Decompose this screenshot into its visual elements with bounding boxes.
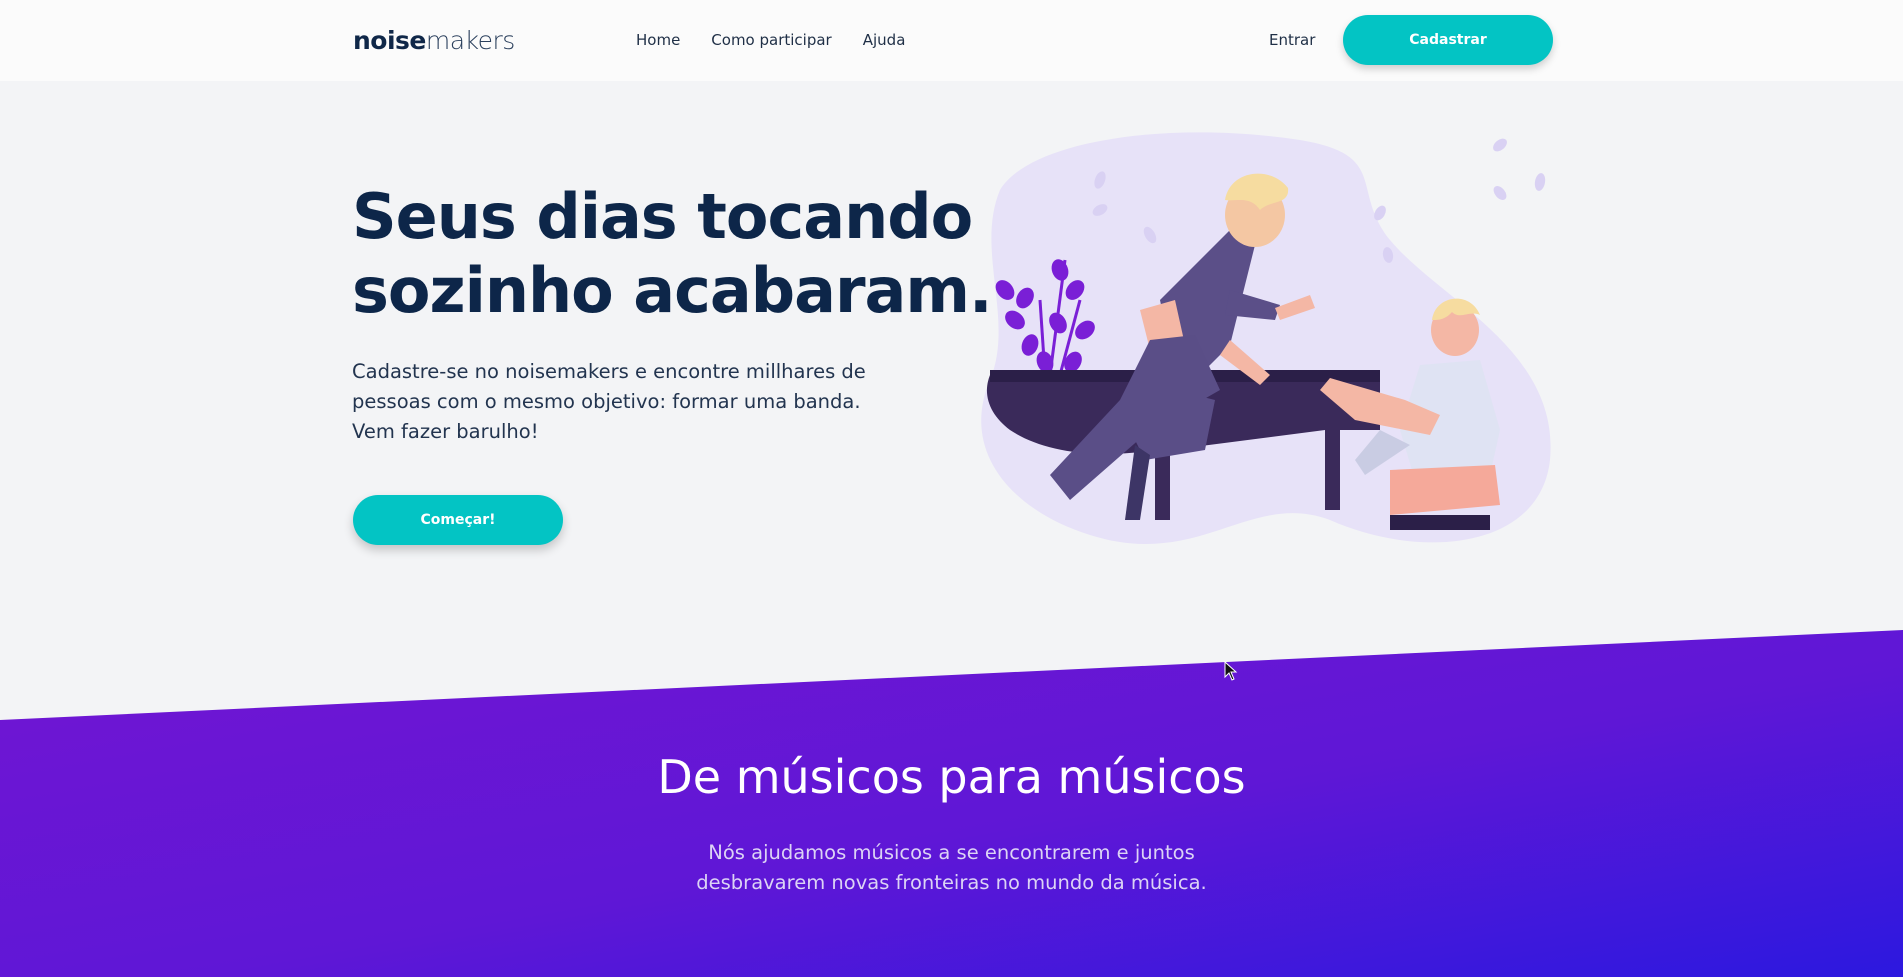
section-subtitle: Nós ajudamos músicos a se encontrarem e … — [0, 838, 1903, 898]
nav-links: Home Como participar Ajuda — [636, 31, 905, 49]
section-title: De músicos para músicos — [657, 750, 1246, 804]
hero-title-line-2: sozinho acabaram. — [352, 254, 993, 327]
navbar: noisemakers Home Como participar Ajuda E… — [0, 0, 1903, 81]
section-subtitle-line-2: desbravarem novas fronteiras no mundo da… — [696, 871, 1207, 894]
login-link[interactable]: Entrar — [1269, 31, 1315, 49]
hero-subtitle: Cadastre-se no noisemakers e encontre mi… — [352, 357, 882, 447]
nav-link-ajuda[interactable]: Ajuda — [863, 31, 906, 49]
logo[interactable]: noisemakers — [353, 26, 515, 55]
piano-illustration — [981, 132, 1551, 545]
section-subtitle-line-1: Nós ajudamos músicos a se encontrarem e … — [708, 841, 1195, 864]
hero-subtitle-line-2: pessoas com o mesmo objetivo: formar uma… — [352, 390, 861, 413]
hero-title: Seus dias tocando sozinho acabaram. — [352, 180, 1002, 328]
mouse-pointer-icon — [1224, 661, 1238, 681]
hero-subtitle-line-1: Cadastre-se no noisemakers e encontre mi… — [352, 360, 866, 383]
hero-title-line-1: Seus dias tocando — [352, 180, 973, 253]
start-button[interactable]: Começar! — [353, 495, 563, 545]
signup-button[interactable]: Cadastrar — [1343, 15, 1553, 65]
purple-section-background — [0, 630, 1903, 977]
nav-link-como-participar[interactable]: Como participar — [711, 31, 831, 49]
nav-link-home[interactable]: Home — [636, 31, 680, 49]
hero-subtitle-line-3: Vem fazer barulho! — [352, 420, 539, 443]
